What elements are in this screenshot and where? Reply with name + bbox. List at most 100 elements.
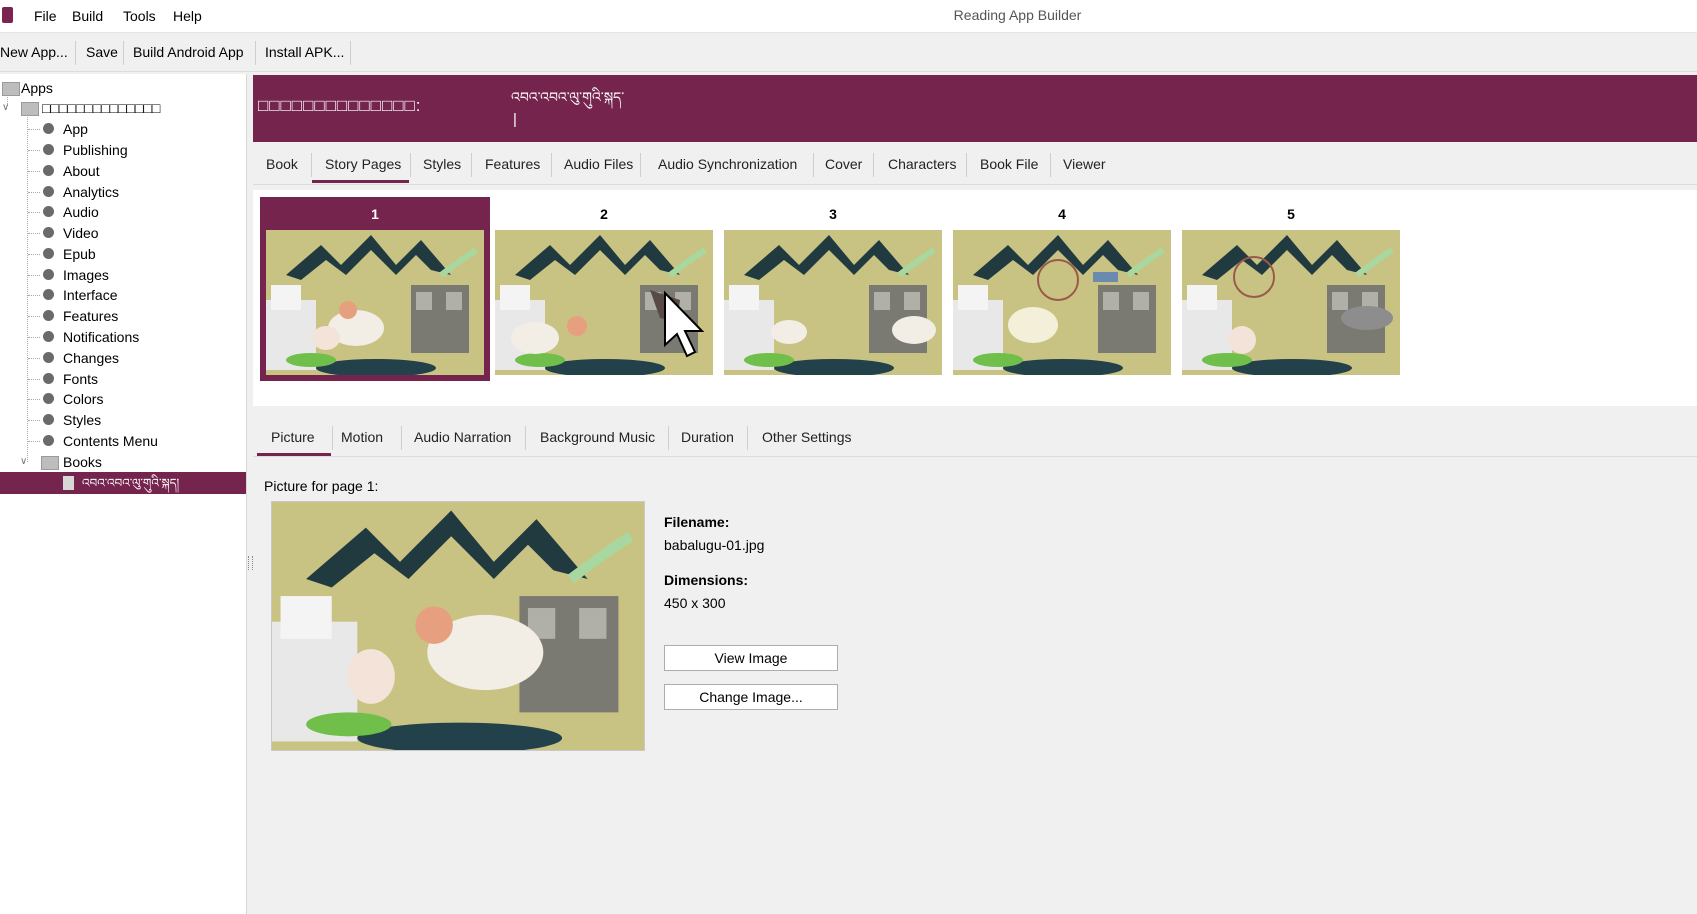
page-number: 5: [1287, 206, 1295, 222]
tab-features[interactable]: Features: [485, 156, 540, 172]
active-tab-indicator: [312, 180, 409, 183]
tree-item-label: Contents Menu: [63, 433, 158, 449]
text-caret: |: [513, 111, 517, 128]
tab-audio-synchronization[interactable]: Audio Synchronization: [658, 156, 797, 172]
tab-picture[interactable]: Picture: [271, 429, 315, 445]
tree-item-label: Books: [63, 454, 102, 470]
tab-audio-files[interactable]: Audio Files: [564, 156, 633, 172]
toolbar-separator: [75, 41, 76, 65]
mouse-cursor-icon: [664, 290, 705, 358]
page-thumb[interactable]: 4: [953, 200, 1171, 380]
bullet-icon: [43, 310, 54, 321]
book-header: □□□□□□□□□□□□□□: འབའ་འབའ་ལུ་གུའི་སྐད་ |: [253, 75, 1697, 142]
tab-book-file[interactable]: Book File: [980, 156, 1038, 172]
tab-duration[interactable]: Duration: [681, 429, 734, 445]
tree-item-notifications[interactable]: Notifications: [0, 327, 246, 347]
tree-item-label: □□□□□□□□□□□□□□: [42, 100, 161, 116]
tree-item-label: Analytics: [63, 184, 120, 200]
page-picture: [266, 230, 484, 375]
toolbar: New App... Save Build Android App Instal…: [0, 33, 1697, 72]
tree-item-interface[interactable]: Interface: [0, 285, 246, 305]
tree-item-apps[interactable]: Apps: [0, 78, 246, 98]
folder-icon: [21, 102, 39, 116]
tab-styles[interactable]: Styles: [423, 156, 461, 172]
tab-other-settings[interactable]: Other Settings: [762, 429, 852, 445]
dimensions-label: Dimensions:: [664, 572, 749, 588]
page-thumb[interactable]: 1: [266, 200, 484, 380]
bullet-icon: [43, 352, 54, 363]
dimensions-value: 450 x 300: [664, 595, 726, 611]
bullet-icon: [43, 186, 54, 197]
tab-viewer[interactable]: Viewer: [1063, 156, 1106, 172]
tree-item-label: འབའ་འབའ་ལུ་གུའི་སྐད།: [82, 476, 180, 490]
view-image-button[interactable]: View Image: [664, 645, 838, 671]
splitter-handle[interactable]: [248, 556, 253, 570]
tree-item-app[interactable]: App: [0, 119, 246, 139]
picture-preview: [271, 501, 645, 751]
tree-item-colors[interactable]: Colors: [0, 389, 246, 409]
tree-item-label: Apps: [21, 80, 53, 96]
page-number: 4: [1058, 206, 1066, 222]
tree-item-publishing[interactable]: Publishing: [0, 140, 246, 160]
toolbar-separator: [350, 41, 351, 65]
book-title-input[interactable]: འབའ་འབའ་ལུ་གུའི་སྐད་: [511, 81, 624, 121]
new-app-button[interactable]: New App...: [0, 44, 68, 60]
active-tab-indicator: [257, 453, 331, 456]
tree-item-label: Changes: [63, 350, 120, 366]
page-thumb[interactable]: 5: [1182, 200, 1400, 380]
tab-characters[interactable]: Characters: [888, 156, 956, 172]
tab-audio-narration[interactable]: Audio Narration: [414, 429, 511, 445]
bullet-icon: [43, 435, 54, 446]
book-icon: [63, 476, 74, 490]
tree-item-images[interactable]: Images: [0, 265, 246, 285]
tab-cover[interactable]: Cover: [825, 156, 862, 172]
save-button[interactable]: Save: [86, 44, 118, 60]
tree-item-fonts[interactable]: Fonts: [0, 369, 246, 389]
page-tab-bar: Picture Motion Audio Narration Backgroun…: [253, 418, 1697, 457]
tree-item-styles[interactable]: Styles: [0, 410, 246, 430]
bullet-icon: [43, 373, 54, 384]
project-tree[interactable]: Apps ∨ □□□□□□□□□□□□□□ App Publishing Abo…: [0, 74, 247, 914]
tree-item-label: Interface: [63, 287, 118, 303]
tree-item-about[interactable]: About: [0, 161, 246, 181]
bullet-icon: [43, 331, 54, 342]
page-thumb[interactable]: 3: [724, 200, 942, 380]
tree-item-features[interactable]: Features: [0, 306, 246, 326]
tab-book[interactable]: Book: [266, 156, 298, 172]
bullet-icon: [43, 144, 54, 155]
tab-story-pages[interactable]: Story Pages: [325, 156, 401, 172]
change-image-button[interactable]: Change Image...: [664, 684, 838, 710]
picture-caption: Picture for page 1:: [264, 478, 379, 494]
chevron-down-icon[interactable]: ∨: [2, 98, 9, 118]
toolbar-separator: [255, 41, 256, 65]
chevron-down-icon[interactable]: ∨: [20, 452, 27, 472]
tree-item-books[interactable]: ∨ Books: [0, 452, 246, 472]
tree-item-epub[interactable]: Epub: [0, 244, 246, 264]
tree-item-label: Colors: [63, 391, 104, 407]
book-label: □□□□□□□□□□□□□□:: [258, 96, 422, 115]
tab-background-music[interactable]: Background Music: [540, 429, 655, 445]
folder-icon: [2, 82, 20, 96]
bullet-icon: [43, 206, 54, 217]
tree-item-analytics[interactable]: Analytics: [0, 182, 246, 202]
install-apk-button[interactable]: Install APK...: [265, 44, 344, 60]
tree-item-contents-menu[interactable]: Contents Menu: [0, 431, 246, 451]
bullet-icon: [43, 414, 54, 425]
tree-item-selected-book[interactable]: འབའ་འབའ་ལུ་གུའི་སྐད།: [0, 472, 246, 494]
tree-item-label: Publishing: [63, 142, 128, 158]
build-android-app-button[interactable]: Build Android App: [133, 44, 244, 60]
tree-item-video[interactable]: Video: [0, 223, 246, 243]
tree-item-app-project[interactable]: ∨ □□□□□□□□□□□□□□: [0, 98, 246, 118]
bullet-icon: [43, 393, 54, 404]
toolbar-separator: [123, 41, 124, 65]
title-bar: File Build Tools Help Reading App Builde…: [0, 0, 1697, 33]
tree-item-label: Notifications: [63, 329, 140, 345]
tab-motion[interactable]: Motion: [341, 429, 383, 445]
tree-item-label: Features: [63, 308, 119, 324]
filename-value: babalugu-01.jpg: [664, 537, 765, 553]
bullet-icon: [43, 165, 54, 176]
tree-item-label: Epub: [63, 246, 96, 262]
page-picture: [953, 230, 1171, 375]
tree-item-audio[interactable]: Audio: [0, 202, 246, 222]
tree-item-changes[interactable]: Changes: [0, 348, 246, 368]
